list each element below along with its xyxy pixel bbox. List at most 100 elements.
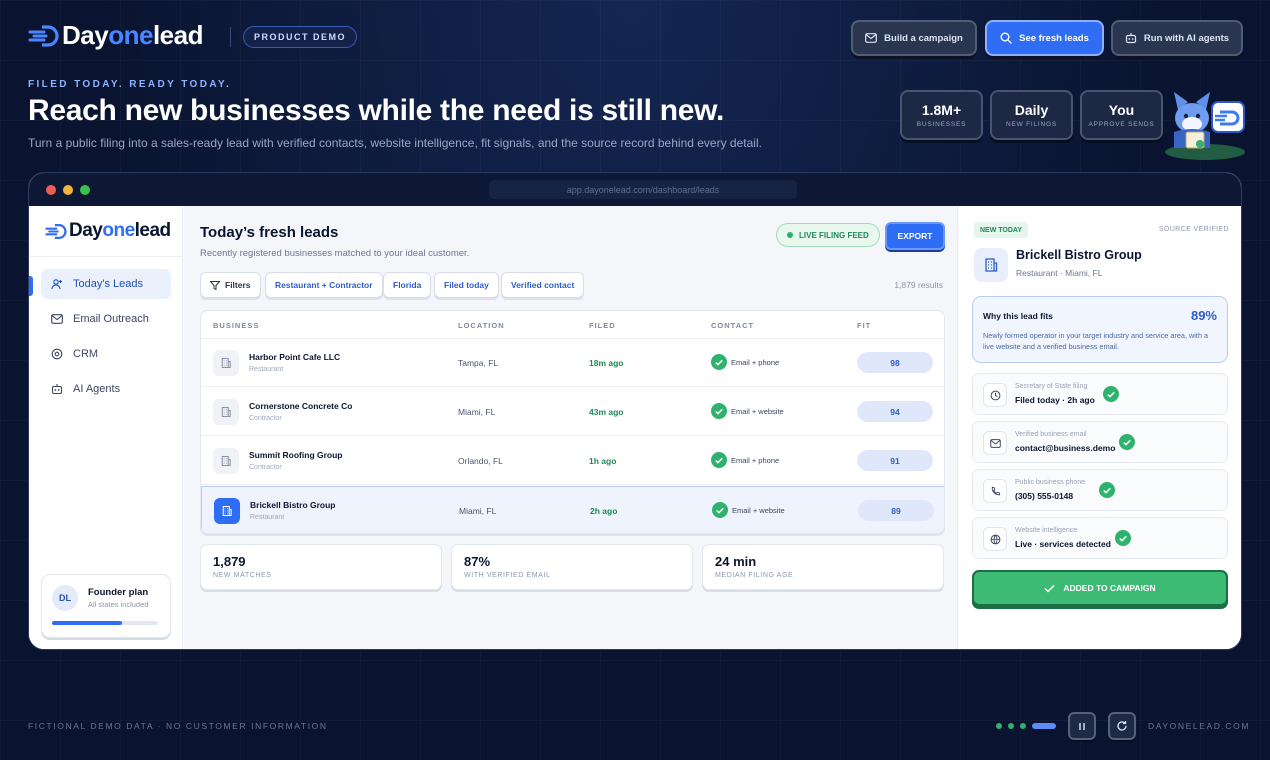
mail-icon [865,33,878,43]
stat-value: Daily [1014,102,1049,118]
column-header-location[interactable]: LOCATION [458,321,505,330]
sidebar-item-crm[interactable]: CRM [41,339,171,369]
summary-label: WITH VERIFIED EMAIL [464,572,551,579]
detail-info-value: (305) 555-0148 [1015,491,1074,501]
brand-text-day: Day [69,220,103,241]
fit-reason-title: Why this lead fits [983,311,1053,321]
sidebar-logo[interactable]: Day one lead [45,220,171,242]
pause-button[interactable] [1068,712,1096,740]
active-indicator [29,276,33,296]
lead-name: Brickell Bistro Group [1016,248,1142,262]
sidebar-item-todays-leads[interactable]: Today's Leads [41,269,171,299]
stat-value: You [1108,102,1135,118]
business-type: Contractor [249,464,282,471]
business-name: Brickell Bistro Group [250,500,336,510]
see-fresh-leads-button[interactable]: See fresh leads [985,20,1104,56]
robot-icon [1125,33,1137,44]
detail-info-row[interactable]: Public business phone (305) 555-0148 [972,469,1228,511]
detail-info-label: Secretary of State filing [1015,383,1088,390]
summary-label: NEW MATCHES [213,572,272,579]
brand-text-one: one [108,20,153,50]
plan-title: Founder plan [88,587,149,598]
filter-chip-state[interactable]: Florida [383,272,432,298]
hero-title: Reach new businesses while the need is s… [28,94,725,127]
column-header-filed[interactable]: FILED [589,321,616,330]
fit-score: 94 [857,401,933,422]
business-type: Restaurant [250,514,285,521]
detail-info-value: Live · services detected [1015,539,1111,549]
header-divider [230,27,231,47]
table-row[interactable]: Harbor Point Cafe LLC Restaurant Tampa, FL… [201,339,944,387]
progress-dot-active[interactable] [1032,723,1056,729]
detail-info-row[interactable]: Secretary of State filing Filed today · 2… [972,373,1228,415]
phone-icon [983,479,1007,503]
hero-subtitle: Turn a public filing into a sales-ready … [28,136,762,150]
stat-label: NEW FILINGS [1005,121,1058,128]
summary-value: 87% [464,554,491,569]
detail-info-row[interactable]: Verified business email contact@business.… [972,421,1228,463]
detail-info-row[interactable]: Website intelligence Live · services dete… [972,517,1228,559]
filter-chip-category[interactable]: Restaurant + Contractor [265,272,383,298]
run-ai-agents-label: Run with AI agents [1143,32,1230,44]
maximize-dot[interactable] [80,185,90,195]
live-label: LIVE FILING FEED [799,230,869,240]
url-bar[interactable]: app.dayonelead.com/dashboard/leads [489,180,797,199]
live-filing-feed-badge[interactable]: LIVE FILING FEED [776,223,880,247]
column-header-fit[interactable]: FIT [857,321,871,330]
filters-button[interactable]: Filters [200,272,261,298]
contact-types: Email + phone [731,456,780,465]
sidebar-item-ai-agents[interactable]: AI Agents [41,374,171,404]
summary-label: MEDIAN FILING AGE [715,572,794,579]
verified-check-icon [1119,434,1135,450]
plan-progress-fill [52,621,122,625]
run-ai-agents-button[interactable]: Run with AI agents [1111,20,1243,56]
mail-icon [51,314,63,324]
contact-types: Email + phone [731,358,780,367]
logo-mark-icon [45,223,67,239]
globe-icon [983,527,1007,551]
filter-chip-verified[interactable]: Verified contact [501,272,585,298]
brand-logo[interactable]: Day one lead [28,20,203,51]
progress-dot[interactable] [1008,723,1014,729]
business-location: Miami, FL [458,407,496,417]
table-row[interactable]: Brickell Bistro Group Restaurant Miami, FL… [201,486,944,533]
leads-panel: Today’s fresh leads Recently registered … [184,206,957,649]
contact-types: Email + website [731,407,784,416]
sidebar-item-email-outreach[interactable]: Email Outreach [41,304,171,334]
sidebar-divider [29,256,183,257]
robot-icon [51,384,63,395]
filters-label: Filters [225,280,251,290]
added-label: ADDED TO CAMPAIGN [1063,583,1156,593]
stat-label: APPROVE SENDS [1088,121,1155,128]
close-dot[interactable] [46,185,56,195]
filter-icon [210,280,220,290]
column-header-business[interactable]: BUSINESS [213,321,259,330]
plan-card[interactable]: DL Founder plan All states included [41,574,171,638]
fit-reason-description: Newly formed operator in your target ind… [983,331,1209,351]
table-row[interactable]: Cornerstone Concrete Co Contractor Miami, … [201,388,944,436]
added-to-campaign-button[interactable]: ADDED TO CAMPAIGN [972,570,1228,606]
business-type: Contractor [249,415,282,422]
column-header-contact[interactable]: CONTACT [711,321,754,330]
replay-button[interactable] [1108,712,1136,740]
filter-chip-filed[interactable]: Filed today [434,272,499,298]
export-button[interactable]: EXPORT [885,222,945,250]
building-icon [213,399,239,425]
table-header: BUSINESS LOCATION FILED CONTACT FIT [201,311,944,339]
progress-dot[interactable] [996,723,1002,729]
verified-check-icon [1115,530,1131,546]
sidebar-item-label: CRM [73,348,99,360]
plan-subtitle: All states included [88,600,149,609]
table-row[interactable]: Summit Roofing Group Contractor Orlando, F… [201,437,944,485]
filed-age: 2h ago [590,506,618,516]
build-campaign-button[interactable]: Build a campaign [851,20,977,56]
source-verified-label: SOURCE VERIFIED [1158,226,1229,233]
footer-domain[interactable]: DAYONELEAD.COM [1148,721,1250,731]
fox-mascot-icon [1165,92,1245,160]
plan-progress-bar [52,621,158,625]
progress-dot[interactable] [1020,723,1026,729]
business-location: Orlando, FL [458,456,503,466]
filed-age: 43m ago [589,407,624,417]
minimize-dot[interactable] [63,185,73,195]
replay-icon [1117,721,1127,731]
